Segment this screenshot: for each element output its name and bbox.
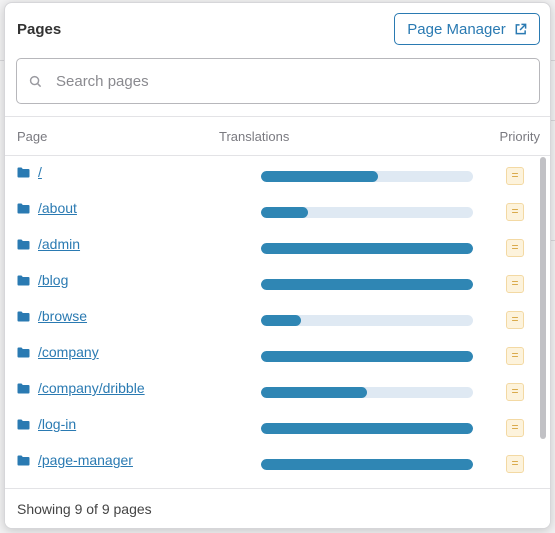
page-link[interactable]: /company [38,344,99,360]
background-divider [551,120,555,121]
column-header-priority: Priority [499,129,540,144]
priority-equals-icon[interactable]: = [506,455,524,473]
folder-icon [17,275,30,286]
translation-progress-bar [261,423,473,434]
background-divider [551,240,555,241]
scrollbar-thumb[interactable] [540,157,546,439]
column-header-translations: Translations [219,129,290,144]
translation-progress-fill [261,459,473,470]
page-row: /page-manager = [5,443,536,479]
page-link[interactable]: / [38,164,42,180]
pages-list: / =/about =/admin =/blog =/browse =/company = /… [5,155,536,491]
priority-equals-icon[interactable]: = [506,167,524,185]
translation-progress-fill [261,207,308,218]
translation-progress-bar [261,459,473,470]
page-manager-button-label: Page Manager [407,20,506,38]
external-link-icon [515,23,527,34]
translation-progress-bar [261,171,473,182]
translation-progress-bar [261,315,473,326]
page-link[interactable]: /blog [38,272,68,288]
page-manager-button[interactable]: Page Manager [394,13,540,45]
priority-equals-icon[interactable]: = [506,203,524,221]
search-input[interactable] [54,71,498,91]
translation-progress-fill [261,279,473,290]
translation-progress-bar [261,243,473,254]
popover-title: Pages [17,21,62,38]
search-icon [29,75,42,87]
page-row: /admin = [5,227,536,263]
page-link[interactable]: /about [38,200,77,216]
page-row: /company = [5,335,536,371]
folder-icon [17,239,30,250]
page-link[interactable]: /page-manager [38,452,133,468]
page-row: /log-in = [5,407,536,443]
folder-icon [17,167,30,178]
page-row: /blog = [5,263,536,299]
folder-icon [17,383,30,394]
page-row: /browse = [5,299,536,335]
translation-progress-bar [261,279,473,290]
translation-progress-fill [261,243,473,254]
priority-equals-icon[interactable]: = [506,275,524,293]
page-link[interactable]: /browse [38,308,87,324]
translation-progress-fill [261,387,367,398]
translation-progress-fill [261,423,473,434]
search-box[interactable] [16,58,540,104]
priority-equals-icon[interactable]: = [506,347,524,365]
folder-icon [17,203,30,214]
background-divider [551,60,555,61]
page-link[interactable]: /company/dribble [38,380,145,396]
folder-icon [17,419,30,430]
page-row: /about = [5,191,536,227]
scrollbar[interactable] [538,155,548,491]
translation-progress-bar [261,387,473,398]
priority-equals-icon[interactable]: = [506,383,524,401]
page-row: / = [5,155,536,191]
page-row: /company/dribble = [5,371,536,407]
priority-equals-icon[interactable]: = [506,239,524,257]
column-header-page: Page [17,129,48,144]
popover-footer: Showing 9 of 9 pages [5,488,550,528]
page-link[interactable]: /log-in [38,416,76,432]
translation-progress-bar [261,207,473,218]
translation-progress-fill [261,315,302,326]
translation-progress-bar [261,351,473,362]
translation-progress-fill [261,171,378,182]
priority-equals-icon[interactable]: = [506,419,524,437]
table-header: Page Translations Priority [5,116,550,156]
page-link[interactable]: /admin [38,236,80,252]
popover-header: Pages Page Manager [5,3,550,57]
pages-count-status: Showing 9 of 9 pages [17,501,152,517]
translation-progress-fill [261,351,473,362]
pages-popover: Pages Page Manager Page Translations Pri… [4,2,551,529]
folder-icon [17,347,30,358]
priority-equals-icon[interactable]: = [506,311,524,329]
folder-icon [17,311,30,322]
folder-icon [17,455,30,466]
